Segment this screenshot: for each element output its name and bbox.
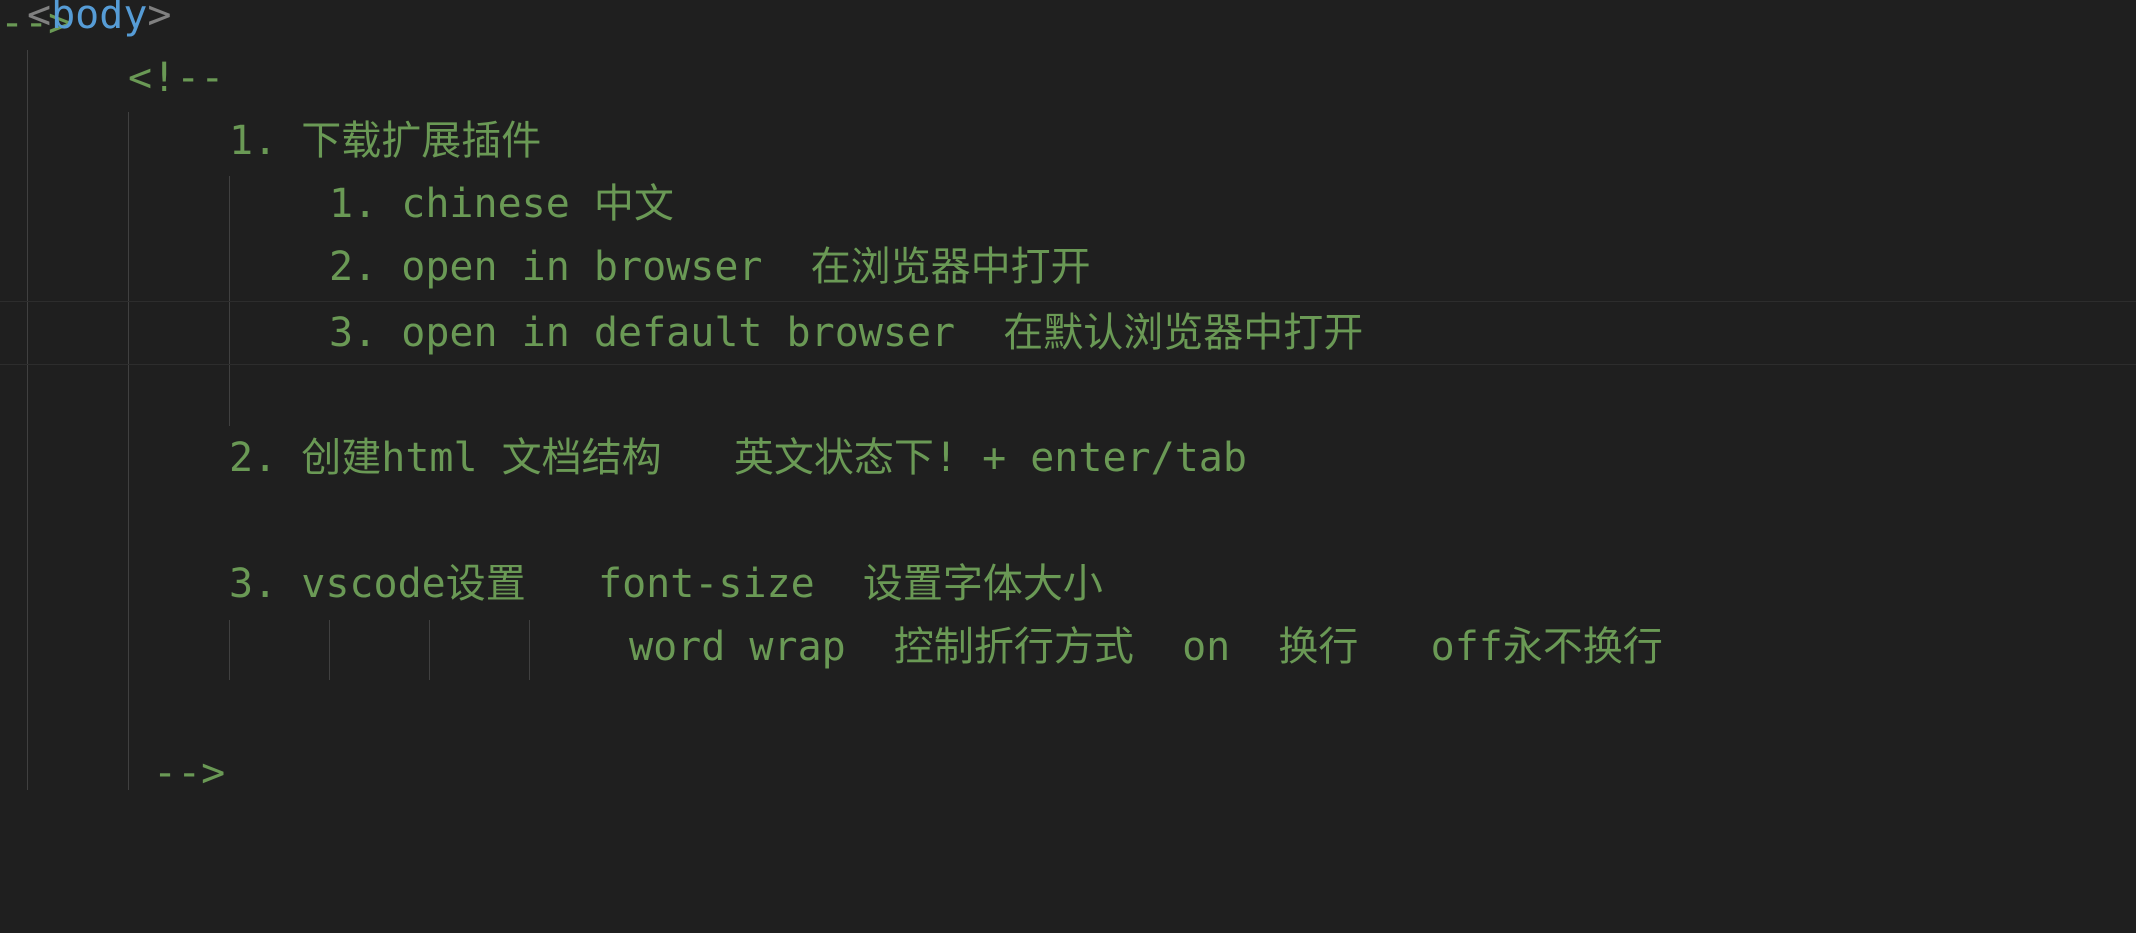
body-tag: <body> [27,0,172,48]
code-line[interactable]: word wrap 控制折行方式 on 换行 off永不换行 [0,616,2136,680]
code-line[interactable] [0,679,2136,743]
code-line[interactable]: <body> [0,0,2136,48]
code-line[interactable]: 2. 创建html 文档结构 英文状态下! + enter/tab [0,427,2136,491]
code-line[interactable]: --> [0,742,2136,806]
comment-text: 2. 创建html 文档结构 英文状态下! + enter/tab [229,435,1247,481]
comment-text: 3. vscode设置 font-size 设置字体大小 [229,561,1103,607]
comment-text: 1. chinese 中文 [329,181,674,227]
code-line[interactable]: 3. vscode设置 font-size 设置字体大小 [0,553,2136,617]
comment-text: 1. 下载扩展插件 [229,118,542,164]
code-line[interactable]: 2. open in browser 在浏览器中打开 [0,236,2136,300]
code-line[interactable] [0,490,2136,554]
code-line[interactable]: 1. 下载扩展插件 [0,110,2136,174]
comment-open: <!-- [128,55,225,101]
code-editor[interactable]: <body> <!-- 1. 下载扩展插件 1. chinese 中文 2. o… [0,0,2136,796]
tag-name: body [51,0,148,38]
code-line[interactable]: 1. chinese 中文 [0,173,2136,237]
tag-open-bracket: < [27,0,52,38]
code-line[interactable] [0,364,2136,428]
code-line[interactable]: <!-- [0,47,2136,111]
comment-text: 3. open in default browser 在默认浏览器中打开 [329,310,1364,356]
current-code-line[interactable]: 3. open in default browser 在默认浏览器中打开 [0,301,2136,365]
comment-text: word wrap 控制折行方式 on 换行 off永不换行 [629,624,1663,670]
comment-text: 2. open in browser 在浏览器中打开 [329,244,1091,290]
comment-close: --> [153,750,226,796]
tag-close-bracket: > [147,0,172,38]
